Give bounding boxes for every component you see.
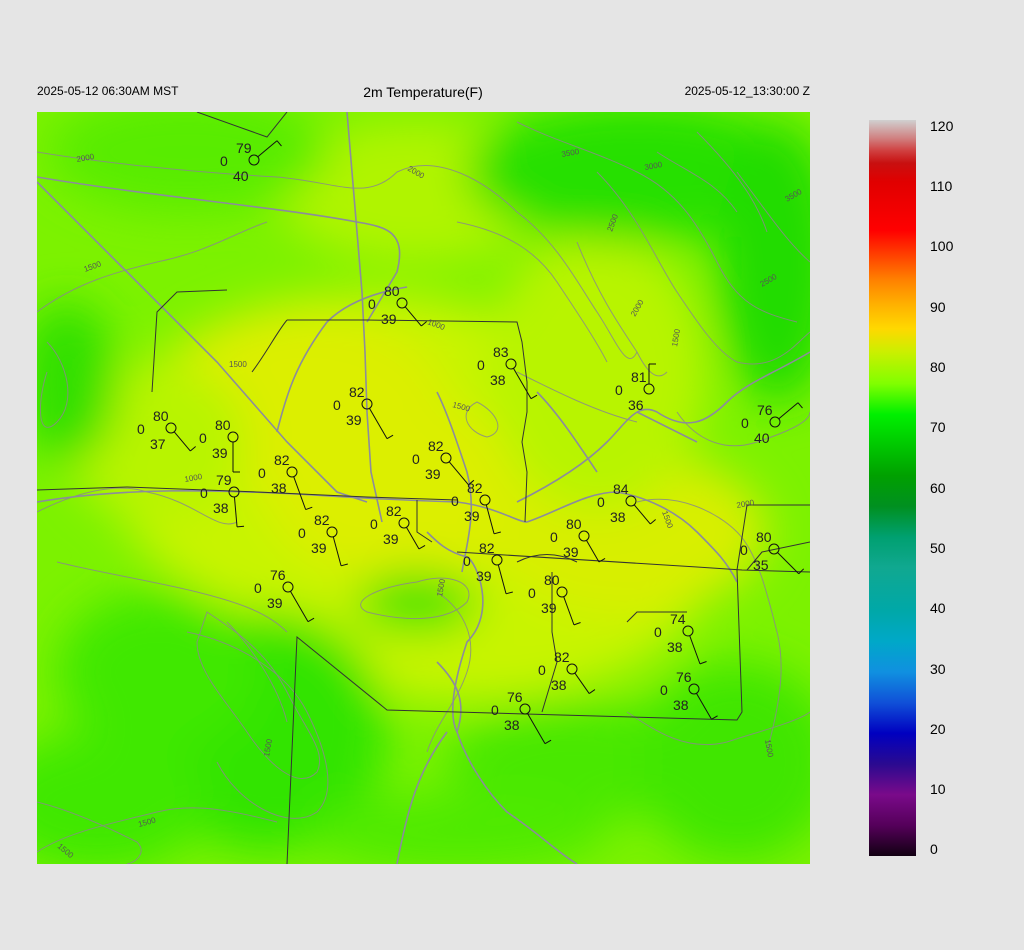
station-dewpoint: 38 xyxy=(490,372,506,388)
colorbar-label: 70 xyxy=(930,419,946,435)
station-wind: 0 xyxy=(741,415,749,431)
station-wind: 0 xyxy=(258,465,266,481)
station-dewpoint: 40 xyxy=(233,168,249,184)
station-dewpoint: 39 xyxy=(541,600,557,616)
station-wind: 0 xyxy=(200,485,208,501)
station-dewpoint: 39 xyxy=(267,595,283,611)
station-temperature: 76 xyxy=(270,567,286,583)
station-temperature: 82 xyxy=(479,540,495,556)
station-dewpoint: 38 xyxy=(667,639,683,655)
station-temperature: 81 xyxy=(631,369,647,385)
station-temperature: 84 xyxy=(613,481,629,497)
colorbar-label: 50 xyxy=(930,540,946,556)
station-dewpoint: 39 xyxy=(346,412,362,428)
station-dewpoint: 39 xyxy=(476,568,492,584)
station-temperature: 82 xyxy=(349,384,365,400)
colorbar-label: 60 xyxy=(930,480,946,496)
station-temperature: 82 xyxy=(386,503,402,519)
colorbar-label: 30 xyxy=(930,661,946,677)
station-temperature: 80 xyxy=(384,283,400,299)
colorbar-label: 90 xyxy=(930,299,946,315)
station-temperature: 79 xyxy=(236,140,252,156)
contour-label: 1500 xyxy=(229,360,247,369)
station-temperature: 74 xyxy=(670,611,686,627)
station-temperature: 80 xyxy=(566,516,582,532)
station-wind: 0 xyxy=(615,382,623,398)
station-wind: 0 xyxy=(220,153,228,169)
station-temperature: 82 xyxy=(467,480,483,496)
station-temperature: 82 xyxy=(274,452,290,468)
station-dewpoint: 38 xyxy=(673,697,689,713)
utc-time: 2025-05-12_13:30:00 Z xyxy=(684,84,810,98)
colorbar-label: 110 xyxy=(930,178,953,194)
station-wind: 0 xyxy=(254,580,262,596)
station-wind: 0 xyxy=(597,494,605,510)
station-wind: 0 xyxy=(412,451,420,467)
station-dewpoint: 38 xyxy=(271,480,287,496)
station-dewpoint: 39 xyxy=(311,540,327,556)
station-wind: 0 xyxy=(654,624,662,640)
station-temperature: 82 xyxy=(314,512,330,528)
station-temperature: 83 xyxy=(493,344,509,360)
station-dewpoint: 39 xyxy=(563,544,579,560)
station-wind: 0 xyxy=(528,585,536,601)
wind-barb-flag xyxy=(237,525,245,528)
station-temperature: 80 xyxy=(756,529,772,545)
colorbar-label: 40 xyxy=(930,600,946,616)
station-temperature: 76 xyxy=(676,669,692,685)
station-temperature: 80 xyxy=(153,408,169,424)
station-dewpoint: 39 xyxy=(381,311,397,327)
station-dewpoint: 38 xyxy=(504,717,520,733)
station-dewpoint: 38 xyxy=(551,677,567,693)
station-dewpoint: 38 xyxy=(213,500,229,516)
station-wind: 0 xyxy=(491,702,499,718)
station-wind: 0 xyxy=(550,529,558,545)
colorbar-label: 80 xyxy=(930,359,946,375)
station-temperature: 76 xyxy=(507,689,523,705)
station-wind: 0 xyxy=(463,553,471,569)
station-wind: 0 xyxy=(477,357,485,373)
station-wind: 0 xyxy=(137,421,145,437)
colorbar-label: 0 xyxy=(930,841,938,857)
colorbar-label: 20 xyxy=(930,721,946,737)
temperature-field: 2000200035003000350025002500200015001500… xyxy=(37,112,810,864)
station-dewpoint: 39 xyxy=(425,466,441,482)
station-dewpoint: 36 xyxy=(628,397,644,413)
station-wind: 0 xyxy=(660,682,668,698)
station-wind: 0 xyxy=(333,397,341,413)
station-dewpoint: 39 xyxy=(383,531,399,547)
station-temperature: 80 xyxy=(544,572,560,588)
station-dewpoint: 37 xyxy=(150,436,166,452)
station-dewpoint: 38 xyxy=(610,509,626,525)
station-temperature: 80 xyxy=(215,417,231,433)
station-temperature: 76 xyxy=(757,402,773,418)
station-wind: 0 xyxy=(538,662,546,678)
station-temperature: 82 xyxy=(554,649,570,665)
temperature-map: 2000200035003000350025002500200015001500… xyxy=(37,112,810,864)
colorbar-gradient xyxy=(869,120,916,856)
station-dewpoint: 40 xyxy=(754,430,770,446)
station-wind: 0 xyxy=(298,525,306,541)
colorbar-label: 120 xyxy=(930,118,954,134)
colorbar xyxy=(869,120,916,856)
station-dewpoint: 39 xyxy=(464,508,480,524)
station-dewpoint: 39 xyxy=(212,445,228,461)
station-wind: 0 xyxy=(199,430,207,446)
station-temperature: 82 xyxy=(428,438,444,454)
station-dewpoint: 35 xyxy=(753,557,769,573)
station-wind: 0 xyxy=(370,516,378,532)
station-wind: 0 xyxy=(451,493,459,509)
station-temperature: 79 xyxy=(216,472,232,488)
station-wind: 0 xyxy=(740,542,748,558)
colorbar-label: 10 xyxy=(930,781,946,797)
colorbar-label: 100 xyxy=(930,238,954,254)
station-wind: 0 xyxy=(368,296,376,312)
